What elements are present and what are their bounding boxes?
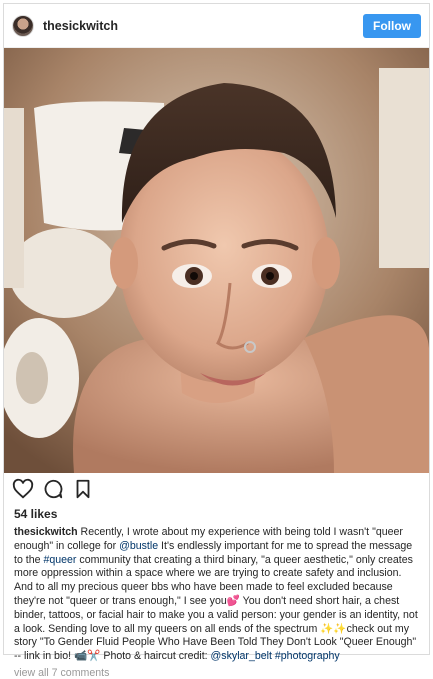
- view-comments-link[interactable]: view all 7 comments: [4, 664, 429, 679]
- action-bar: [4, 473, 429, 505]
- follow-button[interactable]: Follow: [363, 13, 421, 38]
- avatar[interactable]: [12, 14, 34, 37]
- portrait-photo: [4, 48, 429, 473]
- like-count[interactable]: 54 likes: [4, 505, 429, 523]
- heart-icon[interactable]: [12, 478, 34, 500]
- hashtag-link[interactable]: #queer: [43, 554, 76, 566]
- bookmark-icon[interactable]: [72, 478, 94, 500]
- caption-username[interactable]: thesickwitch: [14, 526, 78, 538]
- post-header: thesickwitch Follow: [4, 4, 429, 48]
- comment-icon[interactable]: [42, 478, 64, 500]
- hashtag-link[interactable]: #photography: [275, 650, 340, 662]
- post-photo[interactable]: [4, 48, 429, 473]
- username[interactable]: thesickwitch: [43, 19, 118, 33]
- post-caption: thesickwitch Recently, I wrote about my …: [4, 523, 429, 664]
- mention-link[interactable]: @bustle: [119, 540, 158, 552]
- instagram-post: thesickwitch Follow 54 likes thesickwitc…: [3, 3, 430, 679]
- mention-link[interactable]: @skylar_belt: [211, 650, 272, 662]
- caption-text: community that creating a third binary, …: [14, 553, 418, 663]
